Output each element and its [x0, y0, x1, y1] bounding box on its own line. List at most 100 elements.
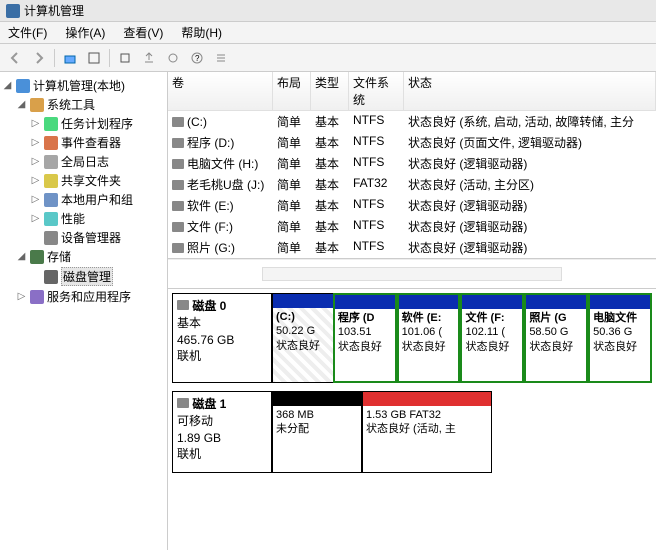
partition[interactable]: (C:)50.22 G状态良好	[272, 293, 333, 383]
partition-bar	[526, 295, 586, 309]
partition-size: 1.53 GB FAT32	[366, 409, 441, 421]
partition-bar	[273, 294, 333, 308]
volume-status: 状态良好 (逻辑驱动器)	[404, 196, 656, 215]
partition-size: 103.51	[338, 326, 372, 338]
volume-icon	[172, 222, 184, 232]
event-icon	[44, 136, 58, 150]
col-volume[interactable]: 卷	[168, 72, 273, 110]
help-button[interactable]: ?	[186, 47, 208, 69]
menu-help[interactable]: 帮助(H)	[177, 22, 226, 43]
volume-row[interactable]: (C:)简单基本NTFS状态良好 (系统, 启动, 活动, 故障转储, 主分	[168, 111, 656, 132]
volume-fs: NTFS	[349, 154, 404, 173]
tree-task-scheduler[interactable]: ▷任务计划程序	[2, 114, 165, 133]
volume-status: 状态良好 (活动, 主分区)	[404, 175, 656, 194]
menu-action[interactable]: 操作(A)	[61, 22, 109, 43]
volume-row[interactable]: 程序 (D:)简单基本NTFS状态良好 (页面文件, 逻辑驱动器)	[168, 132, 656, 153]
partition[interactable]: 1.53 GB FAT32 状态良好 (活动, 主	[362, 391, 492, 473]
partition-bar	[335, 295, 395, 309]
partition-status: 状态良好	[276, 340, 320, 352]
tree-system-tools[interactable]: ◢系统工具	[2, 95, 165, 114]
nav-tree: ◢计算机管理(本地) ◢系统工具 ▷任务计划程序 ▷事件查看器 ▷全局日志 ▷共…	[0, 72, 168, 550]
partition-status: 状态良好	[338, 341, 382, 353]
volume-status: 状态良好 (系统, 启动, 活动, 故障转储, 主分	[404, 112, 656, 131]
partition-status: 状态良好	[529, 341, 573, 353]
partition-bar	[273, 392, 361, 406]
app-icon	[6, 4, 20, 18]
volume-icon	[172, 201, 184, 211]
volume-type: 基本	[311, 238, 349, 257]
toolbar-divider	[109, 49, 110, 67]
volume-icon	[172, 180, 184, 190]
volume-row[interactable]: 照片 (G:)简单基本NTFS状态良好 (逻辑驱动器)	[168, 237, 656, 258]
tree-performance[interactable]: ▷性能	[2, 209, 165, 228]
col-status[interactable]: 状态	[404, 72, 656, 110]
tree-root[interactable]: ◢计算机管理(本地)	[2, 76, 165, 95]
svg-text:?: ?	[195, 54, 200, 63]
splitter-area[interactable]	[168, 259, 656, 289]
tree-storage[interactable]: ◢存储	[2, 247, 165, 266]
volume-fs: NTFS	[349, 196, 404, 215]
log-icon	[44, 155, 58, 169]
partition-status: 状态良好 (活动, 主	[366, 423, 456, 435]
volume-name: 程序 (D:)	[187, 134, 234, 151]
volume-type: 基本	[311, 196, 349, 215]
volume-row[interactable]: 电脑文件 (H:)简单基本NTFS状态良好 (逻辑驱动器)	[168, 153, 656, 174]
partition[interactable]: 程序 (D103.51状态良好	[333, 293, 397, 383]
folder-icon	[44, 174, 58, 188]
tree-local-users[interactable]: ▷本地用户和组	[2, 190, 165, 209]
partition[interactable]: 368 MB未分配	[272, 391, 362, 473]
toolbar: ?	[0, 44, 656, 72]
tree-device-manager[interactable]: 设备管理器	[2, 228, 165, 247]
volume-icon	[172, 138, 184, 148]
partition[interactable]: 软件 (E:101.06 (状态良好	[397, 293, 461, 383]
settings-button[interactable]	[162, 47, 184, 69]
disk-mgmt-icon	[44, 270, 58, 284]
forward-button[interactable]	[28, 47, 50, 69]
properties-button[interactable]	[83, 47, 105, 69]
tree-disk-management[interactable]: 磁盘管理	[2, 266, 165, 287]
users-icon	[44, 193, 58, 207]
disk-icon	[177, 300, 189, 310]
col-layout[interactable]: 布局	[273, 72, 311, 110]
partition-name: 电脑文件	[593, 312, 637, 324]
volume-type: 基本	[311, 133, 349, 152]
scrollbar-stub[interactable]	[262, 267, 562, 281]
tree-shared-folders[interactable]: ▷共享文件夹	[2, 171, 165, 190]
volume-status: 状态良好 (逻辑驱动器)	[404, 217, 656, 236]
partition-name: 文件 (F:	[465, 312, 504, 324]
partition-size: 58.50 G	[529, 326, 568, 338]
export-button[interactable]	[138, 47, 160, 69]
tree-global-log[interactable]: ▷全局日志	[2, 152, 165, 171]
window-title: 计算机管理	[24, 2, 84, 19]
col-filesystem[interactable]: 文件系统	[349, 72, 404, 110]
partition[interactable]: 照片 (G58.50 G状态良好	[524, 293, 588, 383]
volume-row[interactable]: 文件 (F:)简单基本NTFS状态良好 (逻辑驱动器)	[168, 216, 656, 237]
list-button[interactable]	[210, 47, 232, 69]
partition[interactable]: 文件 (F:102.11 (状态良好	[460, 293, 524, 383]
volume-row[interactable]: 老毛桃U盘 (J:)简单基本FAT32状态良好 (活动, 主分区)	[168, 174, 656, 195]
clock-icon	[44, 117, 58, 131]
volume-row[interactable]: 软件 (E:)简单基本NTFS状态良好 (逻辑驱动器)	[168, 195, 656, 216]
volume-fs: NTFS	[349, 217, 404, 236]
volume-type: 基本	[311, 112, 349, 131]
tree-event-viewer[interactable]: ▷事件查看器	[2, 133, 165, 152]
col-type[interactable]: 类型	[311, 72, 349, 110]
menu-file[interactable]: 文件(F)	[4, 22, 51, 43]
volume-icon	[172, 159, 184, 169]
volume-name: (C:)	[187, 115, 207, 129]
up-button[interactable]	[59, 47, 81, 69]
refresh-button[interactable]	[114, 47, 136, 69]
partition-bar	[363, 392, 491, 406]
volume-status: 状态良好 (页面文件, 逻辑驱动器)	[404, 133, 656, 152]
partition[interactable]: 电脑文件50.36 G状态良好	[588, 293, 652, 383]
volume-name: 电脑文件 (H:)	[187, 155, 258, 172]
volume-name: 老毛桃U盘 (J:)	[187, 176, 264, 193]
disk0-info[interactable]: 磁盘 0 基本 465.76 GB 联机	[172, 293, 272, 383]
back-button[interactable]	[4, 47, 26, 69]
volume-layout: 简单	[273, 154, 311, 173]
tree-services[interactable]: ▷服务和应用程序	[2, 287, 165, 306]
partition-size: 102.11 (	[465, 326, 505, 338]
disk1-info[interactable]: 磁盘 1 可移动 1.89 GB 联机	[172, 391, 272, 473]
menu-view[interactable]: 查看(V)	[119, 22, 167, 43]
volume-name: 照片 (G:)	[187, 239, 235, 256]
